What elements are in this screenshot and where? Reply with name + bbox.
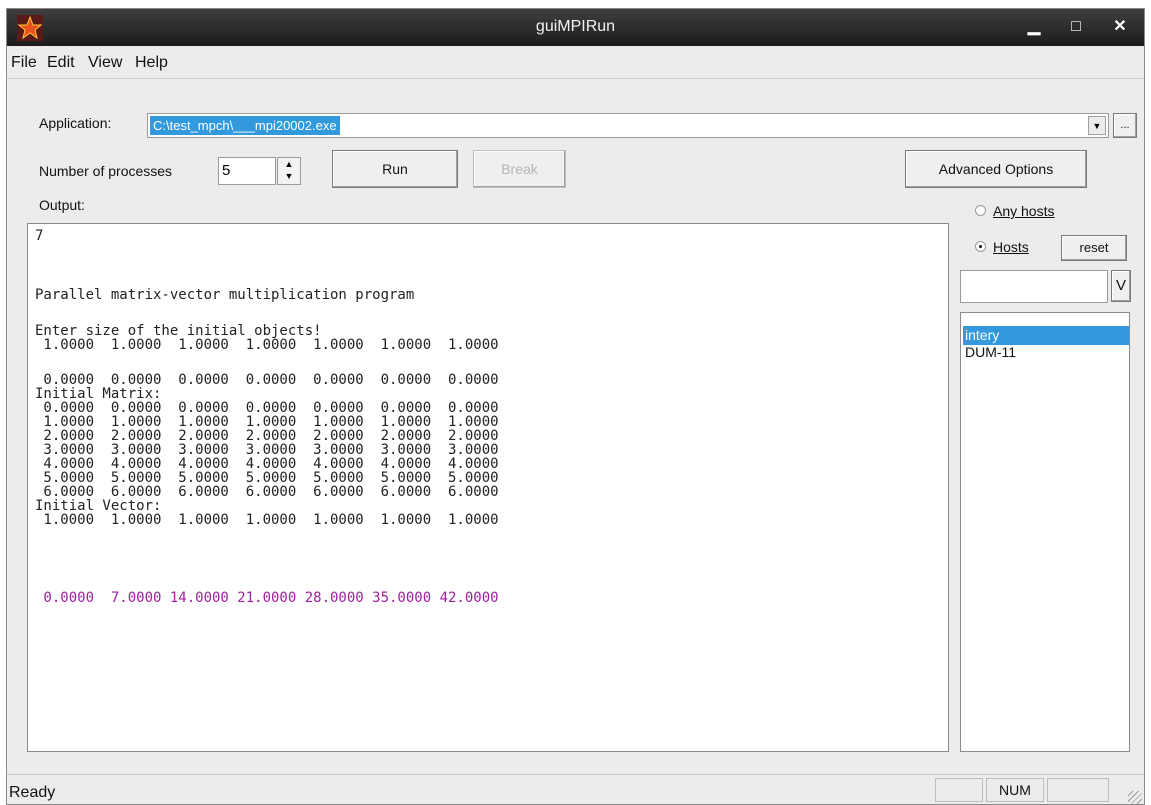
output-line: 6.0000 6.0000 6.0000 6.0000 6.0000 6.000… [35, 484, 499, 500]
menu-help[interactable]: Help [135, 54, 168, 72]
host-item[interactable]: DUM-11 [963, 343, 1016, 362]
output-line: 2.0000 2.0000 2.0000 2.0000 2.0000 2.000… [35, 428, 499, 444]
hosts-radio[interactable] [975, 241, 986, 252]
chevron-down-icon[interactable]: ▼ [1088, 116, 1106, 135]
advanced-options-button[interactable]: Advanced Options [905, 150, 1087, 188]
spin-down-icon[interactable]: ▼ [278, 170, 300, 182]
status-pane-scroll [1047, 778, 1109, 802]
window-title: guiMPIRun [535, 18, 616, 35]
host-dropdown-button[interactable]: V [1111, 270, 1131, 302]
close-icon[interactable]: ✕ [1106, 15, 1134, 39]
menu-file[interactable]: File [11, 54, 37, 72]
output-line: Initial Vector: [35, 498, 162, 514]
output-line: 7 [35, 228, 44, 244]
processes-spinner[interactable]: ▲ ▼ [277, 157, 301, 185]
processes-input[interactable]: 5 [218, 157, 276, 185]
run-button[interactable]: Run [332, 150, 458, 188]
output-line: 1.0000 1.0000 1.0000 1.0000 1.0000 1.000… [35, 512, 499, 528]
menu-bar: File Edit View Help [7, 46, 1144, 79]
output-line: 3.0000 3.0000 3.0000 3.0000 3.0000 3.000… [35, 442, 499, 458]
output-area[interactable]: 7 Parallel matrix-vector multiplication … [27, 223, 949, 752]
title-bar[interactable]: guiMPIRun ▁ □ ✕ [7, 9, 1144, 46]
output-line: Initial Matrix: [35, 386, 162, 402]
status-pane-num: NUM [986, 778, 1044, 802]
any-hosts-label[interactable]: Any hosts [993, 203, 1054, 219]
any-hosts-radio[interactable] [975, 205, 986, 216]
host-input[interactable] [960, 270, 1108, 303]
maximize-icon[interactable]: □ [1062, 15, 1090, 39]
status-pane-caps [935, 778, 983, 802]
menu-edit[interactable]: Edit [47, 54, 75, 72]
output-line: Parallel matrix-vector multiplication pr… [35, 287, 415, 303]
guimpirun-window: guiMPIRun ▁ □ ✕ File Edit View Help Appl… [6, 8, 1145, 805]
reset-button[interactable]: reset [1061, 235, 1127, 261]
browse-button[interactable]: ... [1113, 113, 1137, 138]
window-controls: ▁ □ ✕ [1016, 12, 1140, 42]
hosts-list[interactable]: intery DUM-11 [960, 312, 1130, 752]
resize-grip-icon[interactable] [1128, 791, 1142, 804]
application-label: Application: [39, 115, 112, 131]
application-path[interactable]: C:\test_mpch\___mpi20002.exe [150, 116, 340, 135]
application-combobox[interactable]: C:\test_mpch\___mpi20002.exe ▼ [147, 113, 1109, 138]
output-label: Output: [39, 197, 85, 213]
processes-label: Number of processes [39, 163, 173, 179]
menu-view[interactable]: View [88, 54, 122, 72]
break-button[interactable]: Break [473, 150, 566, 188]
output-line: 0.0000 0.0000 0.0000 0.0000 0.0000 0.000… [35, 400, 499, 416]
output-line: 5.0000 5.0000 5.0000 5.0000 5.0000 5.000… [35, 470, 499, 486]
output-line: 4.0000 4.0000 4.0000 4.0000 4.0000 4.000… [35, 456, 499, 472]
status-bar: Ready NUM [7, 774, 1144, 804]
hosts-label[interactable]: Hosts [993, 239, 1029, 255]
output-line: 0.0000 0.0000 0.0000 0.0000 0.0000 0.000… [35, 372, 499, 388]
output-line: 1.0000 1.0000 1.0000 1.0000 1.0000 1.000… [35, 414, 499, 430]
output-line: Enter size of the initial objects! [35, 323, 322, 339]
spin-up-icon[interactable]: ▲ [278, 158, 300, 170]
result-line: 0.0000 7.0000 14.0000 21.0000 28.0000 35… [35, 590, 499, 606]
minimize-icon[interactable]: ▁ [1020, 15, 1048, 39]
status-text: Ready [9, 784, 56, 801]
output-line: 1.0000 1.0000 1.0000 1.0000 1.0000 1.000… [35, 337, 499, 353]
